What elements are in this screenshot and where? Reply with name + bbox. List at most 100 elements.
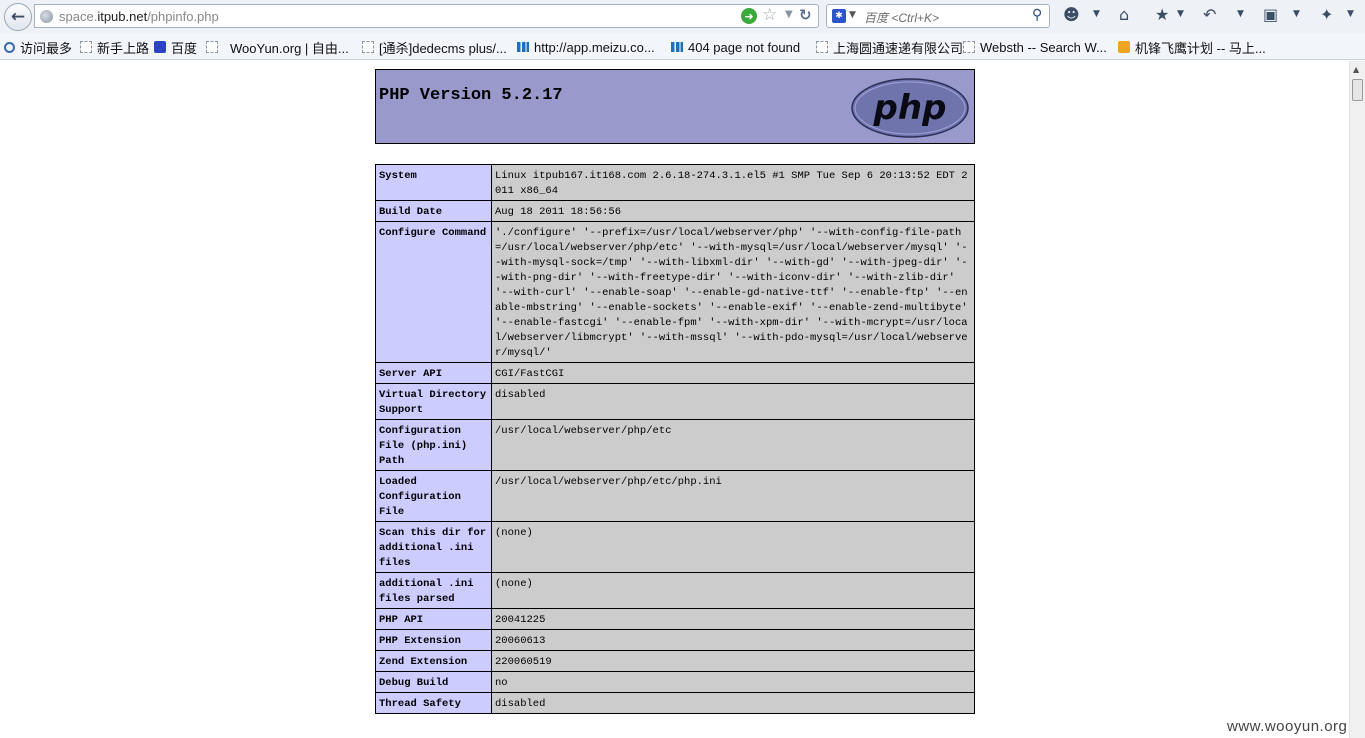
row-key: Debug Build	[375, 671, 492, 693]
row-key: Build Date	[375, 200, 492, 222]
row-key: Thread Safety	[375, 692, 492, 714]
chevron-down-icon[interactable]: ▼	[849, 10, 856, 20]
row-key: PHP API	[375, 608, 492, 630]
row-value: CGI/FastCGI	[491, 362, 975, 384]
scroll-up-icon[interactable]: ▲	[1353, 65, 1359, 74]
addon-icon[interactable]: ✦	[1320, 6, 1333, 24]
search-icon	[4, 41, 15, 53]
bookmark-label: 百度	[171, 40, 198, 56]
url-text[interactable]: space.itpub.net/phpinfo.php	[59, 9, 219, 24]
bookmark-label: [通杀]dedecms plus/...	[379, 40, 507, 56]
addon-smiley-icon[interactable]: ☻	[1063, 6, 1080, 24]
phpinfo-table: System Linux itpub167.it168.com 2.6.18-27…	[375, 164, 975, 714]
bookmark-item[interactable]: http://app.meizu.co...	[517, 39, 655, 55]
magnifier-icon[interactable]: ⚲	[1032, 7, 1042, 23]
row-key: Zend Extension	[375, 650, 492, 672]
page-title: PHP Version 5.2.17	[379, 86, 563, 105]
bookmark-label: 404 page not found	[688, 39, 801, 55]
home-icon[interactable]: ⌂	[1119, 6, 1129, 24]
scrollbar-thumb[interactable]	[1352, 79, 1363, 101]
row-value: (none)	[491, 521, 975, 573]
reload-icon[interactable]: ↻	[799, 6, 812, 24]
php-version-header: PHP Version 5.2.17 php	[375, 69, 975, 144]
table-row: PHP Extension 20060613	[375, 629, 975, 651]
row-value: './configure' '--prefix=/usr/local/webse…	[491, 221, 975, 363]
bookmark-label: 访问最多	[20, 40, 73, 56]
table-row: Zend Extension 220060519	[375, 650, 975, 672]
search-placeholder[interactable]: 百度 <Ctrl+K>	[864, 9, 939, 26]
table-row: Configure Command './configure' '--prefix…	[375, 221, 975, 363]
bookmark-item[interactable]: 百度	[154, 39, 198, 56]
row-value: 20041225	[491, 608, 975, 630]
bookmark-label: http://app.meizu.co...	[534, 39, 655, 55]
row-value: no	[491, 671, 975, 693]
vertical-scrollbar[interactable]: ▲	[1349, 61, 1365, 738]
php-logo: php	[851, 78, 969, 138]
row-value: 20060613	[491, 629, 975, 651]
bookmarks-toolbar: 访问最多 新手上路 百度 WooYun.org | 自由... [通杀]dede…	[0, 33, 1365, 60]
table-row: Server API CGI/FastCGI	[375, 362, 975, 384]
chevron-down-icon[interactable]: ▼	[1293, 9, 1300, 19]
table-row: Thread Safety disabled	[375, 692, 975, 714]
row-value: Aug 18 2011 18:56:56	[491, 200, 975, 222]
row-key: additional .ini files parsed	[375, 572, 492, 609]
row-value: disabled	[491, 383, 975, 420]
chevron-down-icon[interactable]: ▼	[1177, 9, 1184, 19]
bookmark-item[interactable]: 访问最多	[4, 39, 73, 56]
row-key: Configuration File (php.ini) Path	[375, 419, 492, 471]
chevron-down-icon[interactable]: ▼	[1237, 9, 1244, 19]
search-engine-icon[interactable]: ✱	[832, 9, 846, 23]
bookmark-item[interactable]: WooYun.org | 自由...	[206, 39, 349, 56]
site-logo-icon	[671, 42, 683, 52]
baidu-paw-icon	[154, 41, 166, 53]
table-row: Virtual Directory Support disabled	[375, 383, 975, 420]
row-key: Loaded Configuration File	[375, 470, 492, 522]
bookmark-label: 上海圆通速递有限公司	[833, 40, 964, 56]
bookmark-item[interactable]: [通杀]dedecms plus/...	[362, 39, 507, 56]
table-row: System Linux itpub167.it168.com 2.6.18-27…	[375, 164, 975, 201]
chevron-down-icon[interactable]: ▼	[1347, 9, 1354, 19]
bookmark-label: WooYun.org | 自由...	[230, 40, 349, 56]
row-value: Linux itpub167.it168.com 2.6.18-274.3.1.…	[491, 164, 975, 201]
chevron-down-icon[interactable]: ▼	[785, 9, 793, 20]
table-row: Loaded Configuration File/usr/local/webs…	[375, 470, 975, 522]
row-value: disabled	[491, 692, 975, 714]
bookmark-label: 新手上路	[97, 40, 150, 56]
page-icon	[816, 41, 828, 53]
bookmark-label: Websth -- Search W...	[980, 39, 1107, 55]
table-row: Scan this dir for additional .ini files(…	[375, 521, 975, 573]
watermark: www.wooyun.org	[1227, 718, 1348, 735]
row-value: 220060519	[491, 650, 975, 672]
site-logo-icon	[1118, 41, 1130, 53]
row-key: Virtual Directory Support	[375, 383, 492, 420]
row-value: /usr/local/webserver/php/etc	[491, 419, 975, 471]
search-bar[interactable]: ✱ ▼ 百度 <Ctrl+K> ⚲	[826, 4, 1050, 28]
bookmark-item[interactable]: 404 page not found	[671, 39, 800, 55]
site-identity-icon[interactable]	[40, 10, 53, 23]
bookmark-item[interactable]: 上海圆通速递有限公司	[816, 39, 964, 56]
table-row: additional .ini files parsed (none)	[375, 572, 975, 609]
screenshot-crop-icon[interactable]: ▣	[1263, 6, 1278, 24]
row-value: /usr/local/webserver/php/etc/php.ini	[491, 470, 975, 522]
table-row: Debug Build no	[375, 671, 975, 693]
bookmark-star-icon[interactable]: ☆	[762, 5, 777, 25]
row-value: (none)	[491, 572, 975, 609]
chevron-down-icon[interactable]: ▼	[1093, 9, 1100, 19]
page-content: PHP Version 5.2.17 php System Linux itpub…	[0, 61, 1349, 738]
table-row: Build Date Aug 18 2011 18:56:56	[375, 200, 975, 222]
navigation-toolbar: ← space.itpub.net/phpinfo.php ➜ ☆ ▼ ↻ ✱ …	[0, 0, 1365, 33]
address-bar[interactable]: space.itpub.net/phpinfo.php ➜ ☆ ▼ ↻	[34, 4, 819, 28]
bookmark-item[interactable]: 新手上路	[80, 39, 150, 56]
table-row: Configuration File (php.ini) Path/usr/lo…	[375, 419, 975, 471]
page-icon	[80, 41, 92, 53]
page-icon	[206, 41, 218, 53]
bookmark-item[interactable]: Websth -- Search W...	[963, 39, 1107, 55]
back-button[interactable]: ←	[4, 3, 32, 31]
bookmarks-menu-icon[interactable]: ★	[1155, 6, 1169, 24]
row-key: Configure Command	[375, 221, 492, 363]
bookmark-item[interactable]: 机锋飞鹰计划 -- 马上...	[1118, 39, 1266, 56]
undo-icon[interactable]: ↶	[1203, 6, 1216, 24]
row-key: PHP Extension	[375, 629, 492, 651]
bookmark-label: 机锋飞鹰计划 -- 马上...	[1135, 40, 1266, 56]
go-arrow-icon[interactable]: ➜	[741, 8, 757, 24]
